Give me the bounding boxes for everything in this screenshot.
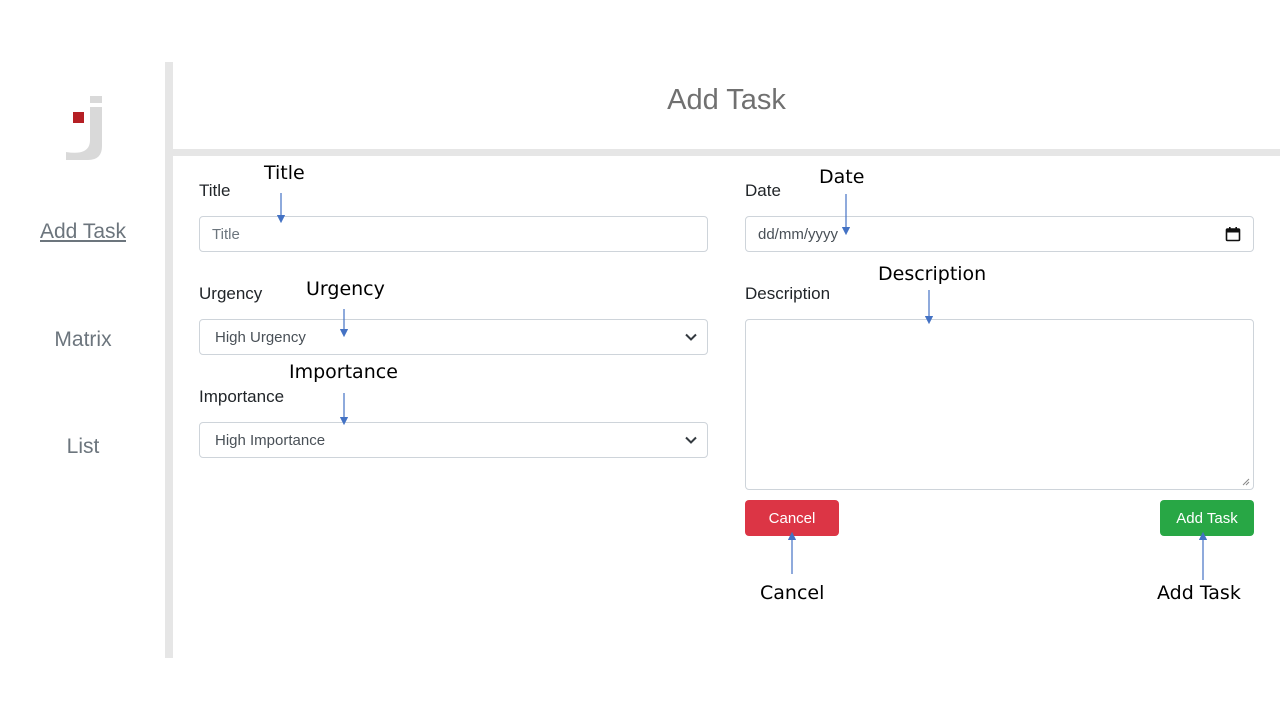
annotation-arrows — [276, 193, 1208, 580]
